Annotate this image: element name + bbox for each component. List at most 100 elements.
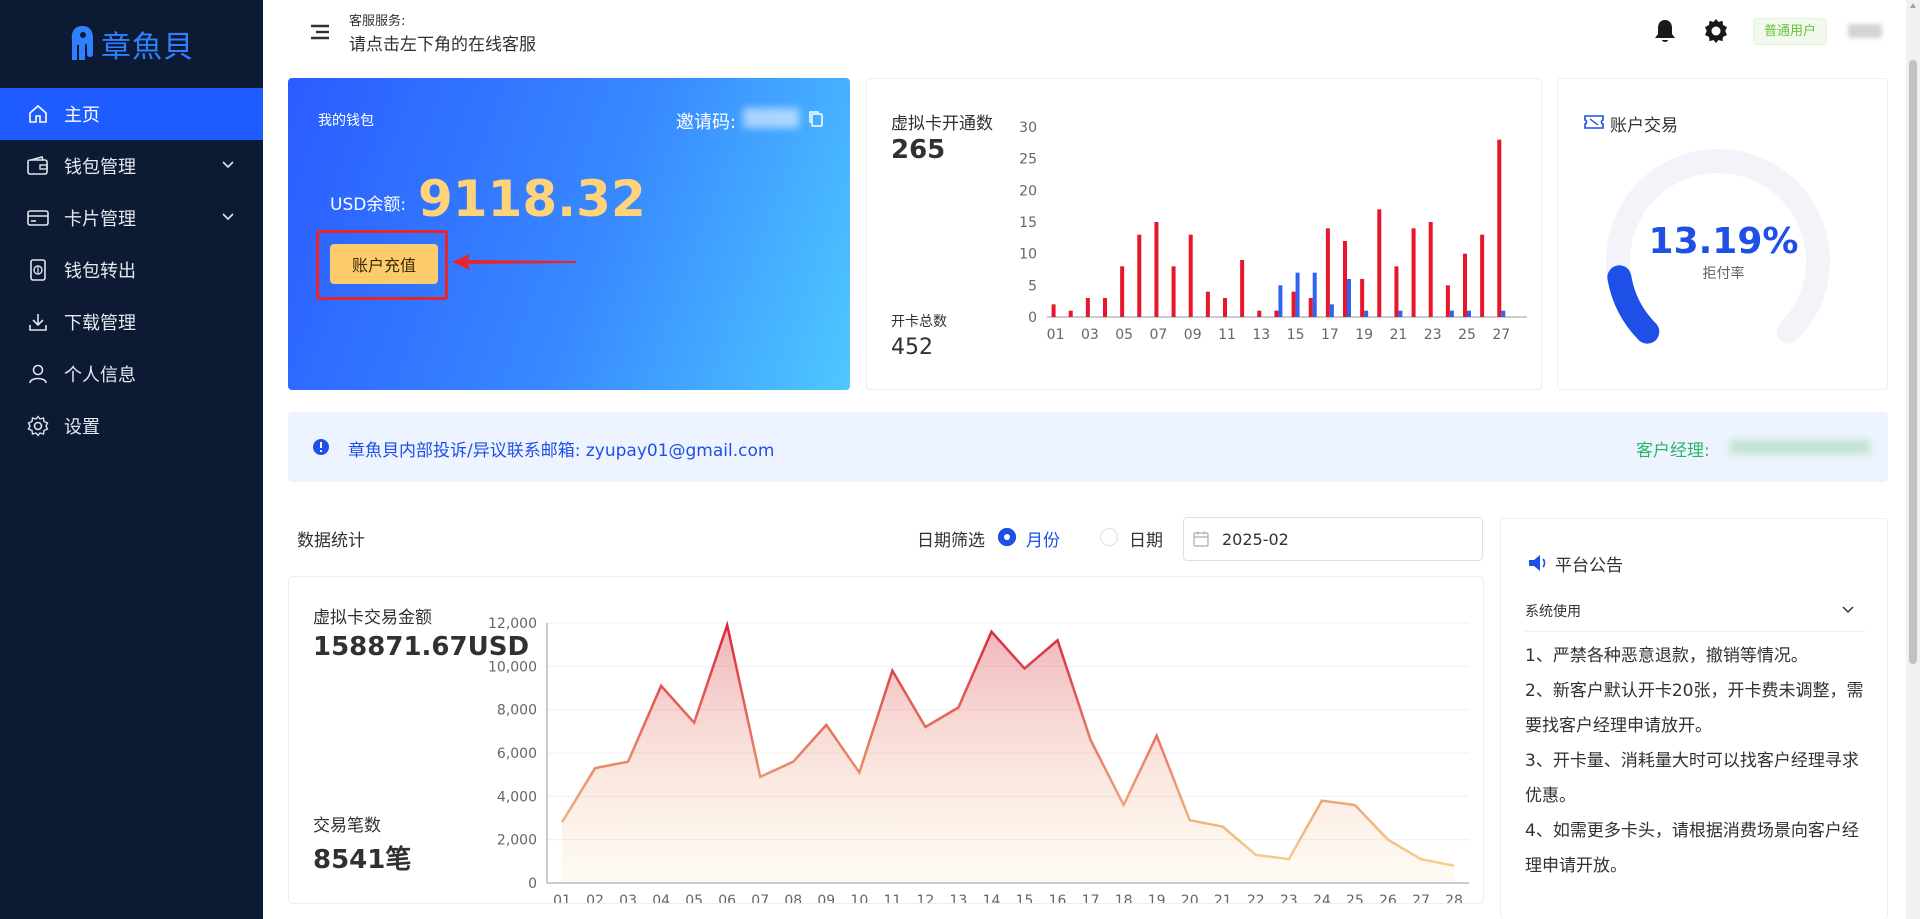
x-tick-label: 27 xyxy=(1492,327,1510,343)
octopus-logo-icon xyxy=(71,26,93,60)
sidebar-item-home[interactable]: 主页 xyxy=(0,88,263,140)
brand-logo[interactable]: 章魚貝 xyxy=(0,0,263,88)
invite-code-redacted xyxy=(743,108,799,128)
announcement-body: 1、严禁各种恶意退款，撤销等情况。 2、新客户默认开卡20张，开卡费未调整，需要… xyxy=(1525,639,1865,884)
announcement-line: 4、如需更多卡头，请根据消费场景向客户经理申请开放。 xyxy=(1525,821,1859,876)
annotation-arrow-icon xyxy=(452,254,576,270)
y-tick-label: 8,000 xyxy=(497,703,537,719)
account-transaction-card: 账户交易 13.19% 拒付率 xyxy=(1557,78,1888,390)
bar xyxy=(1154,222,1159,317)
x-tick-label: 19 xyxy=(1148,893,1166,903)
chargeback-rate-value: 13.19% xyxy=(1648,221,1799,262)
balance-value: 9118.32 xyxy=(418,170,646,228)
bar xyxy=(1120,266,1125,317)
transaction-count-label: 交易笔数 xyxy=(313,816,381,836)
divider xyxy=(1525,631,1865,632)
bar xyxy=(1398,310,1403,317)
recharge-button[interactable]: 账户充值 xyxy=(330,244,438,284)
day-radio[interactable] xyxy=(1100,528,1118,546)
y-tick-label: 2,000 xyxy=(497,833,537,849)
x-tick-label: 07 xyxy=(751,893,769,903)
bar xyxy=(1501,310,1506,317)
bar xyxy=(1394,266,1399,317)
day-radio-label[interactable]: 日期 xyxy=(1129,526,1163,551)
bar xyxy=(1445,285,1450,317)
bar xyxy=(1278,285,1283,317)
month-picker-input[interactable] xyxy=(1183,517,1483,561)
x-tick-label: 06 xyxy=(718,893,736,903)
y-tick-label: 10 xyxy=(1019,247,1037,263)
sidebar-item-label: 钱包管理 xyxy=(64,157,136,178)
x-tick-label: 24 xyxy=(1313,893,1331,903)
complaint-notice-bar: 章魚貝内部投诉/异议联系邮箱: zyupay01@gmail.com 客户经理: xyxy=(288,412,1888,482)
chevron-down-icon xyxy=(222,213,234,221)
transaction-amount-title: 虚拟卡交易金额 xyxy=(313,608,432,628)
sidebar-item-settings[interactable]: 设置 xyxy=(0,400,263,452)
account-manager-label: 客户经理: xyxy=(1636,441,1710,461)
sidebar-item-transfer[interactable]: 钱包转出 xyxy=(0,244,263,296)
account-transaction-title: 账户交易 xyxy=(1610,116,1678,136)
menu-toggle-icon[interactable] xyxy=(307,20,335,44)
bar xyxy=(1051,304,1056,317)
y-tick-label: 4,000 xyxy=(497,789,537,805)
complaint-email-text: 章魚貝内部投诉/异议联系邮箱: zyupay01@gmail.com xyxy=(348,441,775,461)
bar xyxy=(1497,139,1502,317)
bell-icon[interactable] xyxy=(1653,18,1677,44)
bar xyxy=(1449,310,1454,317)
bar xyxy=(1411,228,1416,317)
bar xyxy=(1205,291,1210,317)
bar xyxy=(1308,298,1313,317)
chargeback-rate-label: 拒付率 xyxy=(1702,266,1745,282)
month-radio-label[interactable]: 月份 xyxy=(1026,526,1060,551)
data-stats-title: 数据统计 xyxy=(297,531,365,551)
announcement-line: 1、严禁各种恶意退款，撤销等情况。 xyxy=(1525,646,1808,666)
scroll-up-icon[interactable] xyxy=(1909,2,1917,10)
bar xyxy=(1312,272,1317,317)
sidebar-item-label: 卡片管理 xyxy=(64,209,136,230)
x-tick-label: 19 xyxy=(1355,327,1373,343)
x-tick-label: 05 xyxy=(685,893,703,903)
x-tick-label: 16 xyxy=(1049,893,1067,903)
y-tick-label: 25 xyxy=(1019,152,1037,168)
y-tick-label: 5 xyxy=(1028,278,1037,294)
chevron-down-icon[interactable] xyxy=(1841,603,1855,617)
page-scrollbar[interactable] xyxy=(1906,0,1920,919)
x-tick-label: 28 xyxy=(1445,893,1463,903)
x-tick-label: 01 xyxy=(1047,327,1065,343)
bar xyxy=(1068,310,1073,317)
download-icon xyxy=(26,310,50,334)
y-tick-label: 10,000 xyxy=(488,659,537,675)
date-filter-label: 日期筛选 xyxy=(917,531,985,551)
gauge-value-arc xyxy=(1607,265,1660,344)
user-role-badge: 普通用户 xyxy=(1753,18,1828,45)
x-tick-label: 09 xyxy=(1184,327,1202,343)
gear-icon[interactable] xyxy=(1703,18,1729,44)
sidebar-item-wallet[interactable]: 钱包管理 xyxy=(0,140,263,192)
x-tick-label: 15 xyxy=(1287,327,1305,343)
announcement-title: 平台公告 xyxy=(1555,556,1623,576)
bar xyxy=(1343,241,1347,317)
month-radio[interactable] xyxy=(998,528,1016,546)
top-header: 客服服务: 请点击左下角的在线客服 普通用户 xyxy=(263,0,1920,72)
x-tick-label: 03 xyxy=(619,893,637,903)
announcement-category[interactable]: 系统使用 xyxy=(1525,601,1581,621)
bar xyxy=(1360,279,1365,317)
x-tick-label: 13 xyxy=(1252,327,1270,343)
transfer-icon xyxy=(26,258,50,282)
ticket-icon xyxy=(1584,115,1604,129)
user-name-redacted[interactable] xyxy=(1848,24,1882,38)
sidebar-item-downloads[interactable]: 下载管理 xyxy=(0,296,263,348)
bar xyxy=(1223,298,1227,317)
x-tick-label: 25 xyxy=(1346,893,1364,903)
copy-icon[interactable] xyxy=(808,110,824,128)
sidebar-item-profile[interactable]: 个人信息 xyxy=(0,348,263,400)
bar xyxy=(1171,266,1176,317)
x-tick-label: 23 xyxy=(1424,327,1442,343)
sidebar-item-label: 主页 xyxy=(64,105,100,126)
x-tick-label: 21 xyxy=(1390,327,1408,343)
y-tick-label: 6,000 xyxy=(497,746,537,762)
y-tick-label: 20 xyxy=(1019,183,1037,199)
sidebar-item-cards[interactable]: 卡片管理 xyxy=(0,192,263,244)
bar xyxy=(1257,310,1262,317)
scrollbar-thumb[interactable] xyxy=(1909,60,1917,664)
